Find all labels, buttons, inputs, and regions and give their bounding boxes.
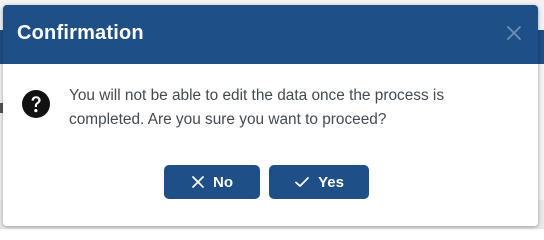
- yes-button-label: Yes: [318, 173, 344, 191]
- confirmation-message: You will not be able to edit the data on…: [69, 87, 445, 128]
- dialog-header: Confirmation: [3, 5, 538, 64]
- dialog-body: You will not be able to edit the data on…: [3, 64, 538, 226]
- close-icon: [507, 26, 521, 40]
- no-button[interactable]: No: [164, 165, 260, 199]
- check-icon: [295, 177, 309, 187]
- no-button-label: No: [213, 173, 233, 191]
- question-circle-icon: [21, 89, 51, 119]
- dialog-title: Confirmation: [17, 22, 144, 44]
- yes-button[interactable]: Yes: [269, 165, 369, 199]
- confirmation-dialog: Confirmation You will not be able to edi…: [3, 5, 538, 226]
- close-button[interactable]: [504, 23, 524, 43]
- x-icon: [192, 176, 204, 188]
